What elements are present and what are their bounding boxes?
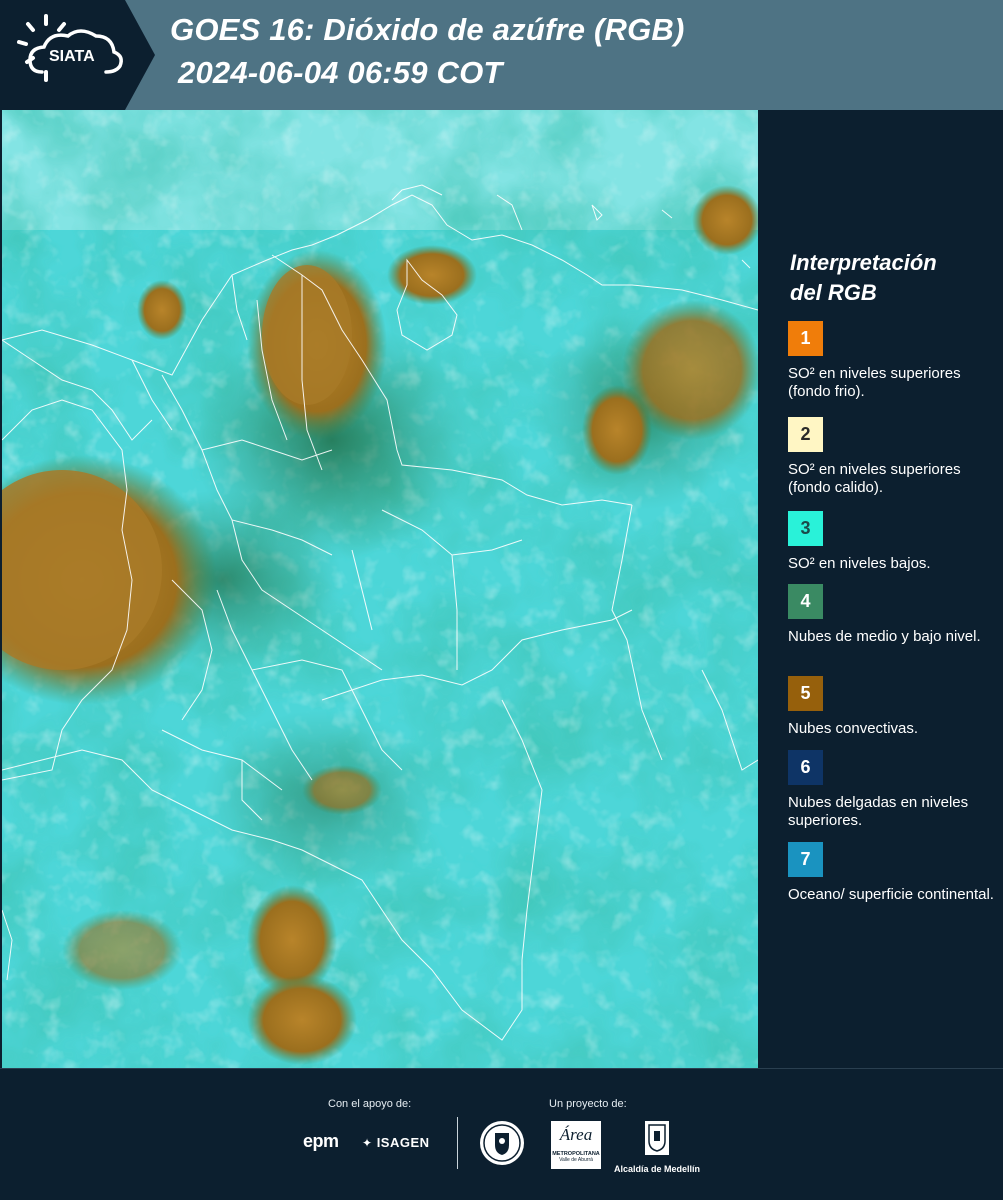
legend-item-6: 6 Nubes delgadas en niveles superiores. xyxy=(788,750,998,830)
legend-text-5: Nubes convectivas. xyxy=(788,720,919,737)
legend-text-2: SO² en niveles superiores (fondo calido)… xyxy=(788,461,961,496)
legend-item-1: 1 SO² en niveles superiores (fondo frio)… xyxy=(788,321,998,401)
isagen-logo[interactable]: ✦ ISAGEN xyxy=(362,1135,430,1150)
legend-text-7: Oceano/ superficie continental. xyxy=(788,886,994,903)
legend-text-1: SO² en niveles superiores (fondo frio). xyxy=(788,365,961,400)
legend-text-3: SO² en niveles bajos. xyxy=(788,555,931,572)
legend-swatch-3: 3 xyxy=(788,511,823,546)
footer-divider xyxy=(457,1117,458,1169)
legend-swatch-6: 6 xyxy=(788,750,823,785)
alcaldia-medellin-logo[interactable]: Alcaldía de Medellín xyxy=(612,1119,702,1174)
legend-swatch-4: 4 xyxy=(788,584,823,619)
legend-swatch-1: 1 xyxy=(788,321,823,356)
legend-title-line2: del RGB xyxy=(790,280,877,305)
logo-text: SIATA xyxy=(49,48,95,65)
legend-swatch-5: 5 xyxy=(788,676,823,711)
satellite-map[interactable] xyxy=(2,110,758,1068)
header-bar: SIATA GOES 16: Dióxido de azúfre (RGB) 2… xyxy=(0,0,1003,110)
footer: Con el apoyo de: Un proyecto de: epm ✦ I… xyxy=(0,1068,1003,1200)
alcaldia-shield-icon xyxy=(645,1121,669,1155)
page-timestamp: 2024-06-04 06:59 COT xyxy=(178,55,503,90)
area-logo-text: Área xyxy=(559,1125,593,1144)
siata-logo[interactable]: SIATA xyxy=(0,0,158,110)
isagen-icon: ✦ xyxy=(362,1136,373,1150)
legend-title-line1: Interpretación xyxy=(790,250,937,275)
legend-swatch-2: 2 xyxy=(788,417,823,452)
legend-item-5: 5 Nubes convectivas. xyxy=(788,676,998,738)
rgb-legend: Interpretación del RGB 1 SO² en niveles … xyxy=(762,110,1003,1068)
page-title: GOES 16: Dióxido de azúfre (RGB) xyxy=(170,12,685,47)
legend-item-3: 3 SO² en niveles bajos. xyxy=(788,511,998,573)
area-metropolitana-logo[interactable]: Área METROPOLITANA Valle de Aburrá xyxy=(551,1121,601,1169)
epm-logo[interactable]: epm xyxy=(303,1131,339,1152)
legend-item-7: 7 Oceano/ superficie continental. xyxy=(788,842,998,904)
legend-text-6: Nubes delgadas en niveles superiores. xyxy=(788,794,969,829)
legend-title: Interpretación del RGB xyxy=(790,248,990,308)
alcaldia-text: Alcaldía de Medellín xyxy=(613,1164,701,1174)
isagen-text: ISAGEN xyxy=(376,1135,430,1150)
support-label: Con el apoyo de: xyxy=(328,1098,412,1110)
project-label: Un proyecto de: xyxy=(549,1098,627,1110)
legend-text-4: Nubes de medio y bajo nivel. xyxy=(788,628,981,645)
legend-item-2: 2 SO² en niveles superiores (fondo calid… xyxy=(788,417,998,497)
area-logo-subtext-2: Valle de Aburrá xyxy=(559,1157,593,1163)
legend-swatch-7: 7 xyxy=(788,842,823,877)
medellin-seal-logo[interactable] xyxy=(478,1119,526,1172)
legend-item-4: 4 Nubes de medio y bajo nivel. xyxy=(788,584,998,646)
